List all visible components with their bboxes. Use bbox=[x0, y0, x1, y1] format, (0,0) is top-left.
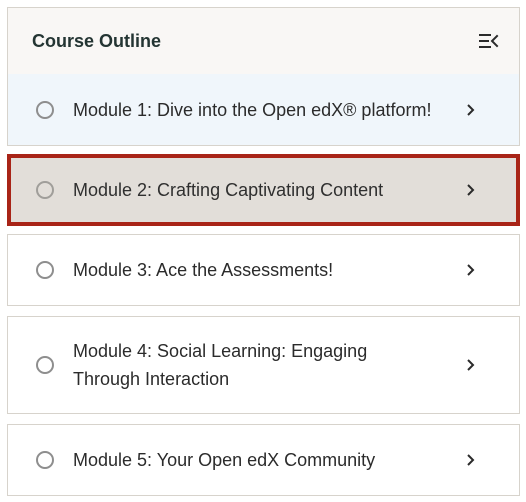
outline-item-label: Module 4: Social Learning: Engaging Thro… bbox=[73, 341, 368, 389]
outline-item-module-5[interactable]: Module 5: Your Open edX Community bbox=[7, 424, 520, 496]
chevron-right-icon bbox=[467, 103, 475, 116]
chevron-right-icon bbox=[467, 359, 475, 371]
outline-item-label: Module 1: Dive into the Open edX® platfo… bbox=[73, 99, 432, 120]
not-started-circle-icon bbox=[36, 181, 54, 199]
not-started-circle-icon bbox=[36, 451, 54, 469]
collapse-sidebar-button[interactable] bbox=[477, 29, 501, 53]
not-started-circle-icon bbox=[36, 100, 54, 119]
outline-item-module-4[interactable]: Module 4: Social Learning: Engaging Thro… bbox=[7, 316, 520, 414]
chevron-right-icon bbox=[467, 454, 475, 466]
outline-item-label: Module 3: Ace the Assessments! bbox=[73, 260, 334, 280]
course-outline-title: Course Outline bbox=[32, 30, 162, 51]
outline-item-label: Module 5: Your Open edX Community bbox=[73, 450, 376, 470]
outline-item-module-3[interactable]: Module 3: Ace the Assessments! bbox=[7, 234, 520, 306]
course-outline-sidebar: Course Outline Module 1: Dive into the O… bbox=[7, 7, 520, 496]
not-started-circle-icon bbox=[36, 356, 54, 374]
chevron-right-icon bbox=[467, 184, 475, 196]
outline-item-label: Module 2: Crafting Captivating Content bbox=[73, 180, 384, 200]
course-outline-header: Course Outline bbox=[7, 7, 520, 75]
outline-item-module-2[interactable]: Module 2: Crafting Captivating Content bbox=[7, 154, 520, 226]
outline-item-module-1[interactable]: Module 1: Dive into the Open edX® platfo… bbox=[7, 74, 520, 146]
chevron-right-icon bbox=[467, 264, 475, 276]
collapse-sidebar-icon bbox=[479, 34, 499, 48]
not-started-circle-icon bbox=[36, 261, 54, 279]
